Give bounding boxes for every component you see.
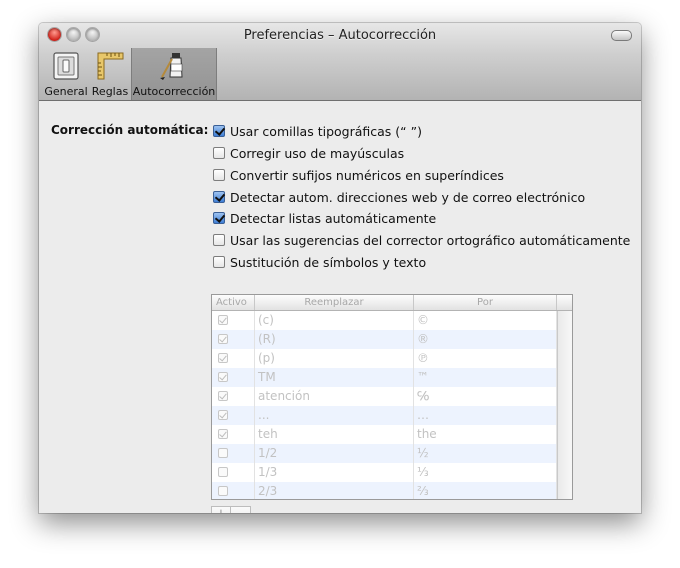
option-label: Detectar autom. direcciones web y de cor… <box>230 189 586 205</box>
switch-icon <box>49 50 83 82</box>
row-replace: 2/3 <box>255 482 414 499</box>
section-label: Corrección automática: <box>51 123 209 137</box>
option-label: Usar las sugerencias del corrector ortog… <box>230 232 631 248</box>
row-active-checkbox[interactable] <box>218 391 228 401</box>
row-active-checkbox[interactable] <box>218 315 228 325</box>
remove-button[interactable]: − <box>231 506 251 513</box>
row-with: ⅔ <box>414 482 557 499</box>
row-with: ™ <box>414 368 557 387</box>
row-with: ® <box>414 330 557 349</box>
tab-general[interactable]: General <box>43 48 89 100</box>
table-row[interactable]: (c) © <box>212 311 557 330</box>
table-row[interactable]: 1/3 ⅓ <box>212 463 557 482</box>
row-with: ½ <box>414 444 557 463</box>
table-row[interactable]: 1/2 ½ <box>212 444 557 463</box>
table-row[interactable]: TM ™ <box>212 368 557 387</box>
option-sufijos-numericos[interactable]: Convertir sufijos numéricos en superíndi… <box>213 166 504 184</box>
row-with: … <box>414 406 557 425</box>
option-label: Detectar listas automáticamente <box>230 210 437 226</box>
checkbox-unchecked[interactable] <box>213 256 225 268</box>
row-active-checkbox[interactable] <box>218 372 228 382</box>
checkbox-checked[interactable] <box>213 212 225 224</box>
option-label: Sustitución de símbolos y texto <box>230 254 427 270</box>
table-row[interactable]: teh the <box>212 425 557 444</box>
window-title: Preferencias – Autocorrección <box>243 28 437 43</box>
option-sugerencias-corrector[interactable]: Usar las sugerencias del corrector ortog… <box>213 231 630 249</box>
table-body: (c) © (R) ® (p) ℗ TM ™ atención ℅ ... … … <box>212 311 557 499</box>
option-corregir-mayusculas[interactable]: Corregir uso de mayúsculas <box>213 144 404 162</box>
table-scrollbar[interactable] <box>557 311 572 499</box>
row-with: ℅ <box>414 387 557 406</box>
row-replace: (c) <box>255 311 414 330</box>
column-header-activo[interactable]: Activo <box>212 295 255 310</box>
tab-reglas[interactable]: Reglas <box>89 48 131 100</box>
preferences-content: Corrección automática: Usar comillas tip… <box>39 101 641 513</box>
row-active-checkbox[interactable] <box>218 467 228 477</box>
add-remove-controls: + − <box>211 506 251 513</box>
option-label: Convertir sufijos numéricos en superíndi… <box>230 167 504 183</box>
checkbox-checked[interactable] <box>213 191 225 203</box>
tab-autocorreccion[interactable]: Autocorrección <box>131 48 217 100</box>
row-replace: ... <box>255 406 414 425</box>
tab-autocorreccion-label: Autocorrección <box>132 85 216 98</box>
toolbar-toggle-button[interactable] <box>611 30 632 41</box>
column-header-reemplazar[interactable]: Reemplazar <box>255 295 414 310</box>
add-button[interactable]: + <box>211 506 231 513</box>
option-detectar-listas[interactable]: Detectar listas automáticamente <box>213 209 436 227</box>
preferences-toolbar: General Reglas Autocorrección <box>43 48 217 100</box>
row-replace: (R) <box>255 330 414 349</box>
row-replace: (p) <box>255 349 414 368</box>
row-active-checkbox[interactable] <box>218 448 228 458</box>
option-sustitucion-simbolos[interactable]: Sustitución de símbolos y texto <box>213 253 426 271</box>
checkbox-checked[interactable] <box>213 125 225 137</box>
row-replace: 1/2 <box>255 444 414 463</box>
row-active-checkbox[interactable] <box>218 429 228 439</box>
preferences-window: Preferencias – Autocorrección General Re… <box>39 23 641 513</box>
option-label: Usar comillas tipográficas (“ ”) <box>230 123 422 139</box>
substitution-table: Activo Reemplazar Por (c) © (R) ® (p) ℗ … <box>211 294 573 500</box>
row-with: the <box>414 425 557 444</box>
spellcheck-icon <box>157 50 191 82</box>
checkbox-unchecked[interactable] <box>213 169 225 181</box>
row-active-checkbox[interactable] <box>218 410 228 420</box>
row-replace: teh <box>255 425 414 444</box>
tab-reglas-label: Reglas <box>91 85 129 98</box>
title-bar: Preferencias – Autocorrección General Re… <box>39 23 641 101</box>
row-replace: atención <box>255 387 414 406</box>
column-header-por[interactable]: Por <box>414 295 557 310</box>
row-with: © <box>414 311 557 330</box>
row-active-checkbox[interactable] <box>218 334 228 344</box>
table-row[interactable]: atención ℅ <box>212 387 557 406</box>
option-comillas-tipograficas[interactable]: Usar comillas tipográficas (“ ”) <box>213 122 422 140</box>
ruler-icon <box>93 50 127 82</box>
row-active-checkbox[interactable] <box>218 353 228 363</box>
checkbox-unchecked[interactable] <box>213 147 225 159</box>
row-replace: 1/3 <box>255 463 414 482</box>
tab-general-label: General <box>44 85 88 98</box>
table-row[interactable]: (p) ℗ <box>212 349 557 368</box>
checkbox-unchecked[interactable] <box>213 234 225 246</box>
table-row[interactable]: (R) ® <box>212 330 557 349</box>
row-with: ℗ <box>414 349 557 368</box>
option-detectar-direcciones[interactable]: Detectar autom. direcciones web y de cor… <box>213 188 585 206</box>
table-header: Activo Reemplazar Por <box>212 295 572 311</box>
table-row[interactable]: 2/3 ⅔ <box>212 482 557 499</box>
option-label: Corregir uso de mayúsculas <box>230 145 405 161</box>
row-replace: TM <box>255 368 414 387</box>
table-row[interactable]: ... … <box>212 406 557 425</box>
row-with: ⅓ <box>414 463 557 482</box>
row-active-checkbox[interactable] <box>218 486 228 496</box>
